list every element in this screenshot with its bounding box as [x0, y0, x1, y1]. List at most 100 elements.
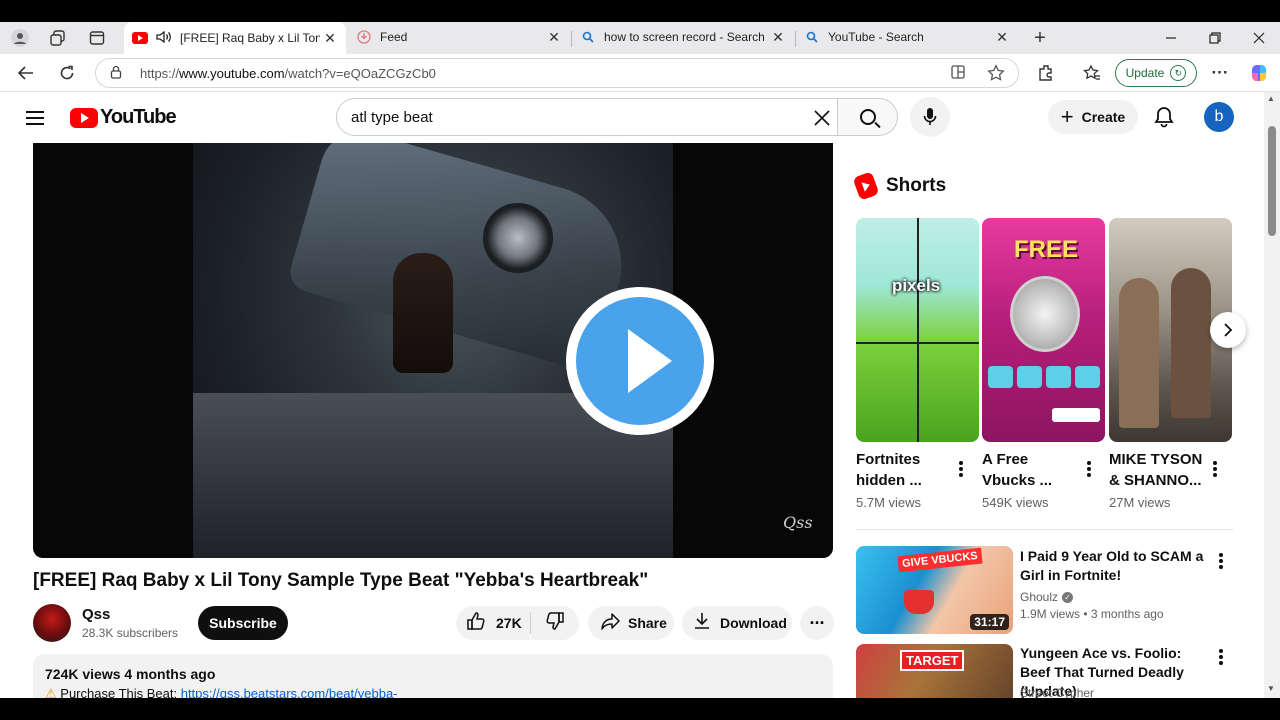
short-menu-icon[interactable] [1208, 459, 1222, 479]
restore-icon[interactable] [1200, 26, 1230, 50]
short-thumbnail[interactable]: FREE [982, 218, 1105, 442]
url-text[interactable]: https://www.youtube.com/watch?v=eQOaZCGz… [140, 66, 436, 81]
short-menu-icon[interactable] [954, 459, 968, 479]
search-favicon-icon [804, 29, 820, 45]
bottom-black-border [0, 698, 1280, 720]
youtube-favicon-icon [132, 30, 148, 46]
thumb-figure [1171, 268, 1211, 418]
tab-close-icon[interactable]: ✕ [320, 30, 340, 47]
short-thumbnail[interactable]: pixels [856, 218, 979, 442]
youtube-page: YouTube atl type beat + Create b Qss [FR… [0, 92, 1264, 698]
split-screen-icon[interactable] [950, 64, 966, 83]
close-window-icon[interactable] [1244, 26, 1274, 50]
short-menu-icon[interactable] [1082, 459, 1096, 479]
share-button[interactable]: Share [588, 606, 674, 640]
profile-icon[interactable] [8, 26, 32, 50]
scroll-up-icon[interactable]: ▲ [1267, 94, 1275, 103]
shorts-heading: Shorts [886, 175, 947, 196]
subscriber-count: 28.3K subscribers [82, 626, 179, 640]
workspaces-icon[interactable] [46, 26, 70, 50]
search-button[interactable] [838, 98, 898, 136]
youtube-logo[interactable]: YouTube [70, 106, 177, 129]
update-button[interactable]: Update ↻ [1115, 59, 1197, 87]
dislike-button[interactable] [531, 606, 579, 640]
large-play-button-icon[interactable] [566, 287, 714, 435]
settings-more-icon[interactable]: ··· [1206, 60, 1234, 86]
extensions-icon[interactable] [1032, 60, 1060, 86]
tab-youtube-video[interactable]: [FREE] Raq Baby x Lil Tony Sa ✕ [124, 22, 346, 54]
views-and-date: 724K views 4 months ago [45, 666, 216, 682]
thumb-badge-text: TARGET [900, 650, 965, 671]
shorts-next-chevron-icon[interactable] [1210, 312, 1246, 348]
subscribe-button[interactable]: Subscribe [198, 606, 288, 640]
beat-link[interactable]: https://qss.beatstars.com/beat/yebba- [181, 686, 398, 698]
update-status-icon: ↻ [1170, 65, 1187, 81]
scroll-down-icon[interactable]: ▼ [1267, 684, 1275, 693]
recommended-menu-icon[interactable] [1214, 551, 1228, 571]
tab-title: Feed [380, 30, 408, 44]
browser-toolbar: https://www.youtube.com/watch?v=eQOaZCGz… [0, 54, 1280, 92]
like-button[interactable]: 27K [456, 606, 530, 640]
minimize-icon[interactable] [1156, 26, 1186, 50]
channel-avatar[interactable] [33, 604, 71, 642]
notifications-bell-icon[interactable] [1154, 106, 1174, 133]
plus-icon: + [1060, 104, 1074, 129]
video-player[interactable]: Qss [33, 143, 833, 558]
recommended-menu-icon[interactable] [1214, 647, 1228, 667]
vbucks-row [988, 366, 1100, 388]
thumb-pot [904, 590, 934, 614]
vbucks-coin-icon [1010, 276, 1080, 352]
verified-check-icon: ✓ [1062, 592, 1074, 604]
recommended-channel[interactable]: Street Cypher [1020, 686, 1094, 698]
recommended-channel[interactable]: Ghoulz ✓ [1020, 590, 1074, 604]
shorts-header: Shorts [852, 171, 947, 201]
create-button[interactable]: + Create [1048, 100, 1138, 134]
search-query-text[interactable]: atl type beat [351, 109, 433, 126]
short-title[interactable]: MIKE TYSON & SHANNO... [1109, 449, 1209, 491]
page-scrollbar[interactable]: ▲ ▼ [1264, 92, 1280, 698]
favorites-icon[interactable] [1078, 60, 1106, 86]
download-label: Download [720, 615, 787, 631]
short-views: 549K views [982, 495, 1049, 510]
feed-favicon-icon [356, 29, 372, 45]
scrollbar-thumb[interactable] [1268, 126, 1276, 236]
short-thumb-text: pixels [892, 276, 941, 295]
tab-feed[interactable]: Feed ✕ [348, 22, 570, 52]
clear-search-icon[interactable] [813, 105, 831, 133]
refresh-icon[interactable] [53, 60, 81, 86]
lock-icon[interactable] [110, 65, 122, 82]
download-button[interactable]: Download [682, 606, 792, 640]
search-input[interactable]: atl type beat [336, 98, 838, 136]
video-duration: 31:17 [970, 614, 1009, 630]
tab-close-icon[interactable]: ✕ [544, 29, 564, 46]
video-wheel [483, 203, 553, 273]
recommended-title[interactable]: I Paid 9 Year Old to SCAM a Girl in Fort… [1020, 547, 1210, 585]
recommended-thumbnail[interactable]: TARGET [856, 644, 1013, 698]
voice-search-button[interactable] [910, 97, 950, 137]
recommended-meta: 1.9M views • 3 months ago [1020, 607, 1164, 621]
description-line: ⚠ Purchase This Beat: https://qss.beatst… [45, 686, 398, 698]
video-person [393, 253, 453, 373]
address-bar[interactable]: https://www.youtube.com/watch?v=eQOaZCGz… [95, 58, 1019, 88]
copilot-icon[interactable] [1245, 60, 1273, 86]
short-title[interactable]: A Free Vbucks ... [982, 449, 1082, 491]
tab-title: [FREE] Raq Baby x Lil Tony Sa [180, 31, 320, 45]
channel-name[interactable]: Qss [82, 606, 110, 623]
vertical-tabs-icon[interactable] [85, 26, 109, 50]
thumb-figure [1119, 278, 1159, 428]
back-arrow-icon[interactable] [12, 60, 40, 86]
tab-close-icon[interactable]: ✕ [992, 29, 1012, 46]
description-box[interactable]: 724K views 4 months ago ⚠ Purchase This … [33, 654, 833, 698]
short-title[interactable]: Fortnites hidden ... [856, 449, 956, 491]
recommended-thumbnail[interactable]: GIVE VBUCKS 31:17 [856, 546, 1013, 634]
speaker-icon[interactable] [156, 30, 172, 47]
tab-search-screen-record[interactable]: how to screen record - Search ✕ [572, 22, 794, 52]
hamburger-menu-icon[interactable] [26, 108, 50, 128]
more-actions-icon[interactable]: ··· [800, 606, 834, 640]
account-avatar[interactable]: b [1204, 102, 1234, 132]
new-tab-button[interactable]: + [1028, 26, 1052, 50]
youtube-logo-text: YouTube [100, 106, 177, 128]
tab-youtube-search[interactable]: YouTube - Search ✕ [796, 22, 1018, 52]
favorite-star-icon[interactable] [987, 64, 1005, 85]
tab-close-icon[interactable]: ✕ [768, 29, 788, 46]
